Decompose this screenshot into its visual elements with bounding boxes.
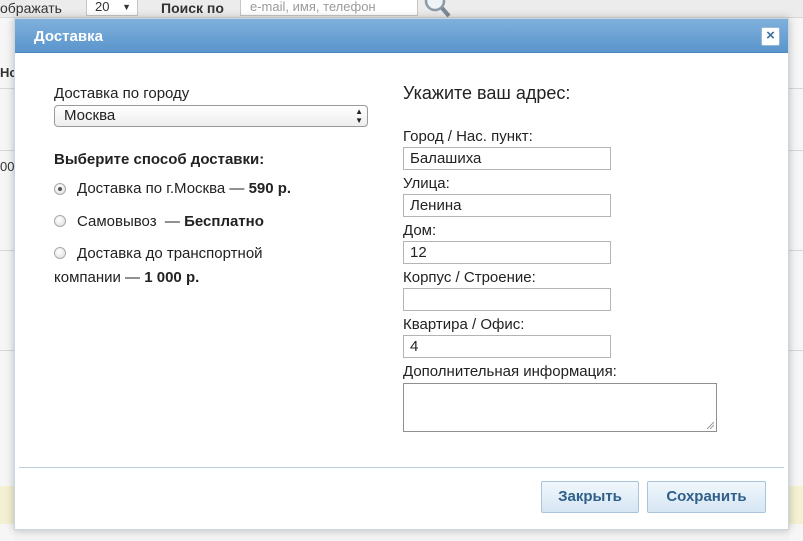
house-field-label: Дом: xyxy=(403,222,437,239)
street-field[interactable]: Ленина xyxy=(403,194,611,217)
background-row-divider xyxy=(0,150,14,151)
background-row-divider xyxy=(789,88,803,89)
apartment-field-label: Квартира / Офис: xyxy=(403,316,525,333)
house-field[interactable]: 12 xyxy=(403,241,611,264)
delivery-option-pickup[interactable]: Самовывоз — Бесплатно xyxy=(77,213,264,230)
address-title: Укажите ваш адрес: xyxy=(403,83,571,103)
option-price: Бесплатно xyxy=(184,213,264,230)
close-icon[interactable]: × xyxy=(761,27,780,46)
delivery-option-transport-line2[interactable]: компании — 1 000 р. xyxy=(54,269,199,286)
city-select[interactable]: Москва ▲ ▼ xyxy=(54,105,368,127)
extra-info-textarea[interactable] xyxy=(403,383,717,432)
delivery-option-city[interactable]: Доставка по г.Москва — 590 р. xyxy=(77,180,291,197)
close-button[interactable]: Закрыть xyxy=(541,481,639,513)
background-right-area xyxy=(789,18,803,541)
delivery-dialog: Доставка × Доставка по городу Москва ▲ ▼ … xyxy=(14,18,789,530)
city-field[interactable]: Балашиха xyxy=(403,147,611,170)
background-row-divider xyxy=(789,150,803,151)
save-button[interactable]: Сохранить xyxy=(647,481,766,513)
extra-info-label: Дополнительная информация: xyxy=(403,363,617,380)
background-row-divider xyxy=(789,350,803,351)
background-row-divider xyxy=(789,250,803,251)
delivery-option-radio-city[interactable] xyxy=(54,183,66,195)
per-page-label: ображать xyxy=(0,0,62,16)
delivery-option-transport-line1[interactable]: Доставка до транспортной xyxy=(77,245,263,262)
per-page-value: 20 xyxy=(95,0,110,14)
footer-divider xyxy=(19,467,784,468)
background-toolbar: ображать 20 ▼ Поиск по e-mail, имя, теле… xyxy=(0,0,803,18)
resize-grip-icon[interactable] xyxy=(706,421,714,429)
background-row-divider xyxy=(0,350,14,351)
search-input[interactable]: e-mail, имя, телефон xyxy=(240,0,418,16)
delivery-option-radio-transport[interactable] xyxy=(54,247,66,259)
building-field[interactable] xyxy=(403,288,611,311)
option-price: 590 р. xyxy=(248,180,292,197)
option-price: 1 000 р. xyxy=(144,269,200,286)
delivery-option-radio-pickup[interactable] xyxy=(54,215,66,227)
background-row-divider xyxy=(0,88,14,89)
delivery-city-label: Доставка по городу xyxy=(54,85,190,102)
building-field-label: Корпус / Строение: xyxy=(403,269,536,286)
per-page-select[interactable]: 20 ▼ xyxy=(86,0,138,16)
background-left-area xyxy=(0,18,14,541)
option-text: компании — xyxy=(54,269,145,286)
background-fragment: 00 xyxy=(0,159,15,174)
option-text: Самовывоз — xyxy=(77,213,185,230)
apartment-field[interactable]: 4 xyxy=(403,335,611,358)
search-placeholder: e-mail, имя, телефон xyxy=(250,0,376,14)
street-field-label: Улица: xyxy=(403,175,450,192)
dialog-header: Доставка × xyxy=(15,19,788,53)
dialog-title: Доставка xyxy=(34,28,103,45)
search-icon[interactable] xyxy=(422,0,452,20)
city-select-value: Москва xyxy=(64,107,116,124)
select-arrows-icon: ▲ ▼ xyxy=(355,107,363,125)
city-field-label: Город / Нас. пункт: xyxy=(403,128,533,145)
option-text: Доставка по г.Москва — xyxy=(77,180,249,197)
background-row-divider xyxy=(0,250,14,251)
search-label: Поиск по xyxy=(161,0,224,16)
chevron-down-icon: ▼ xyxy=(122,2,131,12)
delivery-method-title: Выберите способ доставки: xyxy=(54,151,265,168)
